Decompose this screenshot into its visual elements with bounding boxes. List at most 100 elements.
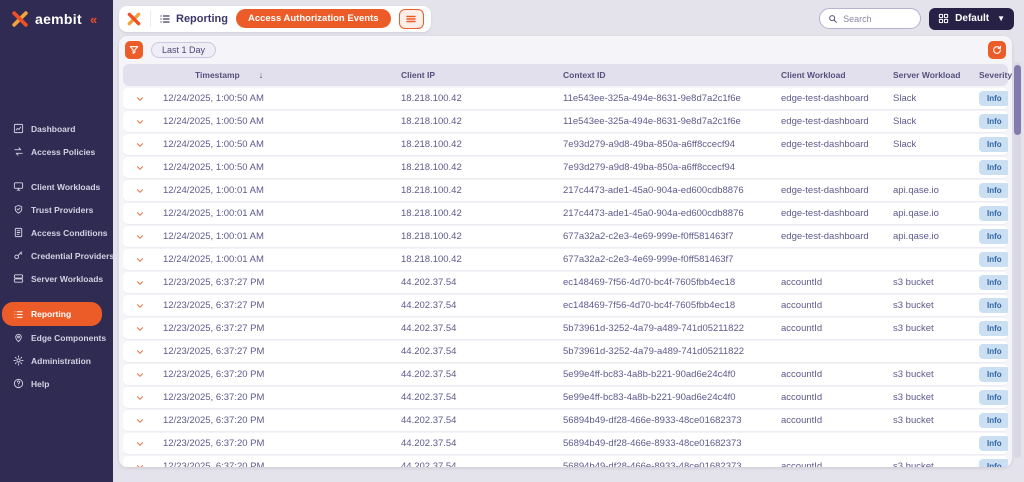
client-workload-cell: edge-test-dashboard [781, 139, 869, 150]
table-row[interactable]: 12/24/2025, 1:00:50 AM 18.218.100.42 11e… [123, 88, 1008, 109]
table-row[interactable]: 12/23/2025, 6:37:20 PM 44.202.37.54 5e99… [123, 387, 1008, 408]
table-row[interactable]: 12/24/2025, 1:00:01 AM 18.218.100.42 677… [123, 226, 1008, 247]
severity-cell: Info [963, 367, 1008, 382]
sort-desc-icon[interactable]: ↓ [243, 70, 264, 80]
credential-providers-icon [13, 250, 24, 261]
severity-cell: Info [963, 298, 1008, 313]
client-ip-cell: 18.218.100.42 [401, 139, 462, 150]
sidebar-item-reporting[interactable]: Reporting [2, 302, 102, 326]
row-expand-toggle[interactable] [123, 186, 163, 196]
table-row[interactable]: 12/23/2025, 6:37:20 PM 44.202.37.54 5e99… [123, 364, 1008, 385]
filter-button[interactable] [125, 41, 143, 59]
context-id-cell: 217c4473-ade1-45a0-904a-ed600cdb8876 [563, 208, 744, 219]
column-severity[interactable]: Severity [963, 70, 1012, 80]
scrollbar-thumb[interactable] [1014, 65, 1021, 135]
table-row[interactable]: 12/23/2025, 6:37:27 PM 44.202.37.54 ec14… [123, 295, 1008, 316]
server-workload-cell: s3 bucket [893, 392, 934, 403]
sidebar-item-help[interactable]: Help [0, 372, 113, 395]
search-input[interactable] [843, 13, 916, 24]
severity-cell: Info [963, 160, 1008, 175]
row-expand-toggle[interactable] [123, 140, 163, 150]
row-expand-toggle[interactable] [123, 416, 163, 426]
row-expand-toggle[interactable] [123, 94, 163, 104]
sidebar-item-trust-providers[interactable]: Trust Providers [0, 198, 113, 221]
row-expand-toggle[interactable] [123, 301, 163, 311]
table-row[interactable]: 12/23/2025, 6:37:27 PM 44.202.37.54 5b73… [123, 318, 1008, 339]
row-expand-toggle[interactable] [123, 117, 163, 127]
row-expand-toggle[interactable] [123, 232, 163, 242]
server-workload-cell: s3 bucket [893, 369, 934, 380]
client-workload-cell: accountId [781, 323, 823, 334]
chevron-down-icon [136, 165, 144, 170]
client-ip-cell: 18.218.100.42 [401, 254, 462, 265]
row-expand-toggle[interactable] [123, 163, 163, 173]
row-expand-toggle[interactable] [123, 462, 163, 467]
sidebar-item-label: Server Workloads [31, 273, 104, 284]
table-row[interactable]: 12/23/2025, 6:37:20 PM 44.202.37.54 5689… [123, 456, 1008, 467]
context-id-cell: 677a32a2-c2e3-4e69-999e-f0ff581463f7 [563, 254, 734, 265]
column-client-ip[interactable]: Client IP [385, 70, 547, 80]
sidebar-item-dashboard[interactable]: Dashboard [0, 117, 113, 140]
severity-cell: Info [963, 436, 1008, 451]
column-context-id[interactable]: Context ID [547, 70, 765, 80]
table-row[interactable]: 12/24/2025, 1:00:50 AM 18.218.100.42 7e9… [123, 134, 1008, 155]
timestamp-cell: 12/23/2025, 6:37:27 PM [163, 277, 265, 288]
severity-cell: Info [963, 344, 1008, 359]
context-id-cell: 11e543ee-325a-494e-8631-9e8d7a2c1f6e [563, 116, 741, 127]
row-expand-toggle[interactable] [123, 324, 163, 334]
client-ip-cell: 44.202.37.54 [401, 415, 457, 426]
table-row[interactable]: 12/23/2025, 6:37:20 PM 44.202.37.54 5689… [123, 433, 1008, 454]
topbar-left-card: Reporting Access Authorization Events [119, 5, 431, 32]
row-expand-toggle[interactable] [123, 347, 163, 357]
sidebar-item-access-conditions[interactable]: Access Conditions [0, 221, 113, 244]
events-card: Last 1 Day Timestamp ↓ Client IP Context … [119, 36, 1012, 467]
server-workload-cell: s3 bucket [893, 300, 934, 311]
column-timestamp[interactable]: Timestamp ↓ [163, 70, 385, 80]
table-row[interactable]: 12/24/2025, 1:00:01 AM 18.218.100.42 677… [123, 249, 1008, 270]
context-id-cell: ec148469-7f56-4d70-bc4f-7605fbb4ec18 [563, 300, 736, 311]
workspace-label: Default [955, 13, 990, 24]
sidebar-item-administration[interactable]: Administration [0, 349, 113, 372]
sidebar-collapse-icon[interactable]: « [90, 12, 97, 27]
row-expand-toggle[interactable] [123, 370, 163, 380]
severity-cell: Info [963, 114, 1008, 129]
refresh-button[interactable] [988, 41, 1006, 59]
menu-button[interactable] [398, 8, 424, 29]
sidebar-item-access-policies[interactable]: Access Policies [0, 140, 113, 163]
table-row[interactable]: 12/24/2025, 1:00:50 AM 18.218.100.42 7e9… [123, 157, 1008, 178]
sidebar-item-server-workloads[interactable]: Server Workloads [0, 267, 113, 290]
context-id-cell: 56894b49-df28-466e-8933-48ce01682373 [563, 415, 742, 426]
search-box[interactable] [819, 8, 922, 29]
filter-bar: Last 1 Day [123, 36, 1008, 64]
row-expand-toggle[interactable] [123, 393, 163, 403]
table-row[interactable]: 12/24/2025, 1:00:50 AM 18.218.100.42 11e… [123, 111, 1008, 132]
severity-badge: Info [979, 183, 1008, 198]
severity-cell: Info [963, 91, 1008, 106]
sidebar-item-edge-components[interactable]: Edge Components [0, 326, 113, 349]
aembit-logo-icon [126, 11, 142, 27]
table-row[interactable]: 12/24/2025, 1:00:01 AM 18.218.100.42 217… [123, 180, 1008, 201]
row-expand-toggle[interactable] [123, 209, 163, 219]
table-row[interactable]: 12/23/2025, 6:37:20 PM 44.202.37.54 5689… [123, 410, 1008, 431]
sidebar-item-credential-providers[interactable]: Credential Providers [0, 244, 114, 267]
client-ip-cell: 18.218.100.42 [401, 93, 462, 104]
chevron-down-icon [136, 142, 144, 147]
time-range-chip[interactable]: Last 1 Day [151, 42, 217, 58]
table-row[interactable]: 12/24/2025, 1:00:01 AM 18.218.100.42 217… [123, 203, 1008, 224]
table-row[interactable]: 12/23/2025, 6:37:27 PM 44.202.37.54 5b73… [123, 341, 1008, 362]
column-client-workload[interactable]: Client Workload [765, 70, 877, 80]
grid-icon [939, 13, 949, 24]
row-expand-toggle[interactable] [123, 439, 163, 449]
main-area: Reporting Access Authorization Events Se… [113, 0, 1024, 482]
vertical-scrollbar[interactable] [1014, 62, 1021, 458]
row-expand-toggle[interactable] [123, 255, 163, 265]
column-server-workload[interactable]: Server Workload [877, 70, 963, 80]
workspace-selector-button[interactable]: Default ▼ [929, 7, 1014, 30]
severity-badge: Info [979, 252, 1008, 267]
sidebar-item-client-workloads[interactable]: Client Workloads [0, 175, 113, 198]
access-authorization-events-button[interactable]: Access Authorization Events [235, 9, 391, 28]
table-row[interactable]: 12/23/2025, 6:37:27 PM 44.202.37.54 ec14… [123, 272, 1008, 293]
severity-badge: Info [979, 137, 1008, 152]
chevron-down-icon [136, 372, 144, 377]
row-expand-toggle[interactable] [123, 278, 163, 288]
